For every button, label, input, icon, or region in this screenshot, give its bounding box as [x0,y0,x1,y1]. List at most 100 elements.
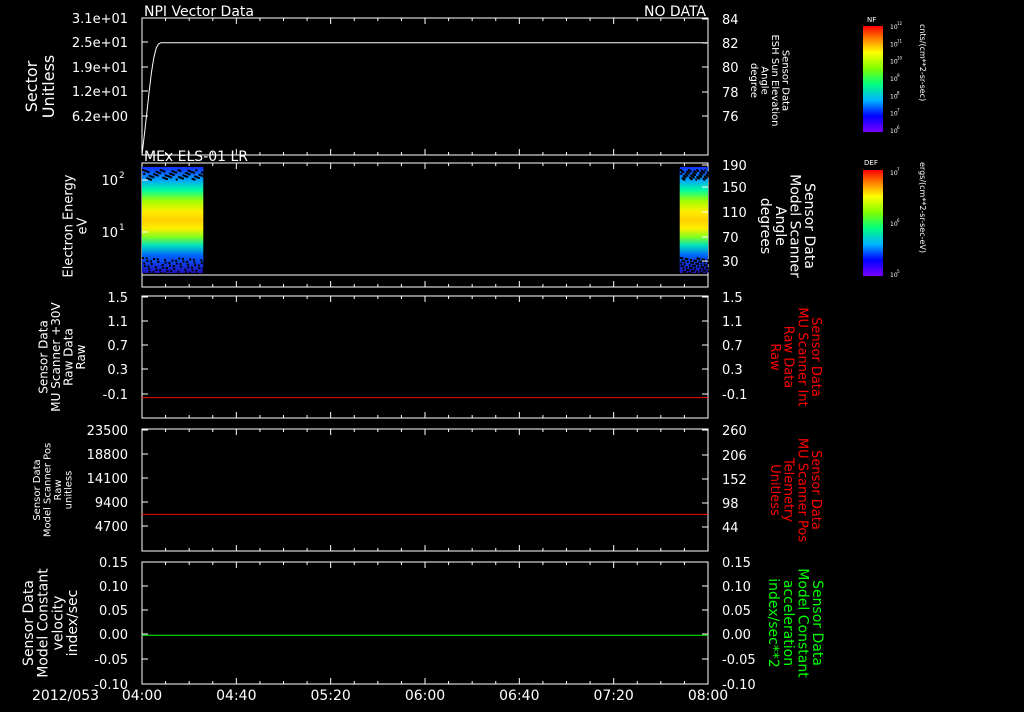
heatmap-noise [146,177,149,180]
time-tick-label: 07:20 [593,688,633,704]
y-axis-label-left-line: Raw [74,344,88,369]
heatmap-noise [702,266,705,269]
y-tick-label-right: 80 [722,61,739,76]
heatmap-noise [166,269,169,272]
heatmap-noise [152,176,155,179]
colorbar-nf-ticks: 101210111010109108107106 [890,21,903,135]
heatmap-noise [705,176,708,179]
y-tick-label-right: 1.1 [722,315,743,330]
heatmap-noise [153,257,156,260]
y-tick-label-left: 6.2e+00 [72,110,128,125]
heatmap-noise [147,265,150,268]
status-text: NO DATA [644,4,706,20]
y-axis-label-left-line: Raw [53,479,64,500]
heatmap-noise [194,175,197,178]
colorbar-nf-tick-exp: 6 [897,125,900,130]
y-tick-label-left: 2.5e+01 [72,36,128,51]
heatmap-noise [181,177,184,180]
y-axis-label-right-line: Model Scanner [786,174,802,278]
heatmap-noise [147,171,150,174]
heatmap-noise [142,169,144,171]
heatmap-noise [150,175,153,178]
heatmap-noise [187,169,190,172]
y-axis-label-left-line: Model Constant [36,568,52,678]
heatmap-noise [690,178,693,181]
heatmap-noise [172,265,175,267]
heatmap-noise [179,169,182,172]
heatmap-noise [153,173,156,176]
heatmap-noise [688,264,691,267]
heatmap-noise [145,170,148,173]
heatmap-noise [152,271,155,274]
heatmap-noise [692,176,695,179]
y-tick-label-right: 82 [722,37,739,52]
colorbar-nf-tick-exp: 7 [897,108,900,113]
heatmap-noise [693,265,696,267]
heatmap-noise [703,258,706,261]
heatmap-noise [691,261,694,264]
heatmap-noise [682,268,685,271]
heatmap-noise [685,266,688,269]
y-axis-label-right: Sensor DataMU Scanner IntRaw DataRaw [767,307,823,406]
time-tick-label: 06:00 [405,688,445,704]
time-tick-label: 06:40 [499,688,539,704]
heatmap-noise [155,170,158,173]
heatmap-noise [163,170,166,173]
heatmap-noise [687,269,690,272]
heatmap-noise [195,272,198,275]
y-tick-label-left: -0.05 [94,653,128,668]
colorbar-nf-gradient [863,26,883,132]
colorbar-def: DEF 107106105 ergs/(cm**2-sr-sec-eV) [863,159,927,279]
heatmap-noise [150,263,153,266]
y-tick-label-right: 30 [722,255,739,270]
heatmap-noise [193,178,196,181]
heatmap-noise [687,172,690,175]
panel-5: 0.15 0.10 0.05 0.00 -0.05 -0.10 0.15 0.10 0.05 0.… [21,556,825,693]
heatmap-noise [186,172,189,175]
heatmap-noise [175,171,178,174]
heatmap-noise [701,173,704,176]
heatmap-noise [694,259,697,262]
heatmap-noise [154,266,157,269]
heatmap-noise [186,175,189,178]
y-axis-label-left-line: eV [75,217,90,234]
heatmap-noise [699,268,702,271]
heatmap-noise [686,258,689,261]
colorbar-def-tick-exp: 6 [897,218,900,223]
heatmap-noise [149,260,152,263]
y-tick-label-right: 206 [722,449,747,464]
heatmap-noise [686,261,689,263]
heatmap-noise [188,271,191,274]
heatmap-noise [170,176,173,179]
heatmap-noise [166,175,169,177]
heatmap-noise [191,269,194,272]
heatmap-noise [703,171,706,174]
figure: 2012/053 04:00 04:40 05:20 06:00 06:40 07:20 0… [21,4,927,704]
heatmap-noise [159,169,162,172]
heatmap-noise [693,174,696,176]
colorbar-def-tick-exp: 5 [897,269,900,274]
colorbar-nf-tick-exp: 9 [897,73,900,78]
y-tick-label-right: 0.00 [722,628,751,643]
y-axis-label-right-line: Raw [767,343,782,371]
colorbar-def-ticks: 107106105 [890,167,900,279]
y-axis-label-right: Sensor DataModel Constantaccelerationind… [765,568,825,678]
y-axis-label-left-line: Model Scanner Pos [42,443,53,537]
y-axis-label-left: Sensor DataMU Scanner +30VRaw DataRaw [36,302,88,412]
heatmap-noise [680,172,683,175]
heatmap-noise [698,177,701,180]
y-axis-label-right-line: Unitless [767,464,782,516]
heatmap-noise [184,172,187,174]
heatmap-noise [707,270,710,273]
heatmap-noise [704,272,707,275]
heatmap-noise [178,176,181,179]
heatmap-noise [191,171,194,173]
y-axis-label-right-line: Sensor Data [809,580,825,666]
y-axis-label-right: Sensor DataESH Sun ElevationAngledegree [748,34,791,126]
heatmap-noise [143,172,146,175]
y-tick-label-left: 0.10 [99,580,128,595]
y-tick-label-left: 9400 [95,496,128,511]
y-tick-label-left: 4700 [95,520,128,535]
heatmap-noise [202,270,205,273]
heatmap-noise [198,267,201,270]
